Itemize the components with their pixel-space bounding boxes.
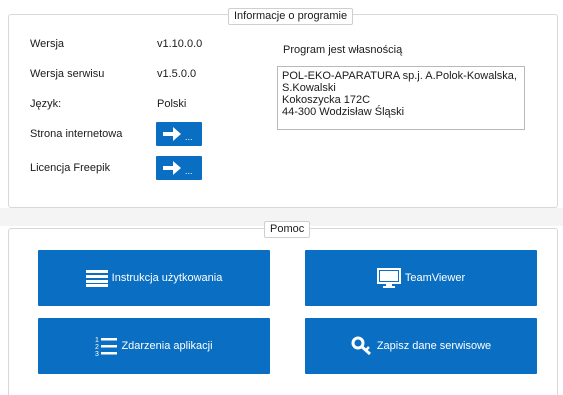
svg-text:2: 2	[95, 344, 99, 351]
service-version-label: Wersja serwisu	[30, 68, 105, 80]
license-button-dots: ...	[185, 166, 193, 176]
application-events-button[interactable]: 1 2 3 Zdarzenia aplikacji	[38, 318, 270, 374]
website-label: Strona internetowa	[30, 128, 123, 140]
teamviewer-label: TeamViewer	[404, 272, 466, 284]
version-label: Wersja	[30, 38, 65, 50]
language-value: Polski	[157, 98, 187, 110]
owner-line: S.Kowalski	[282, 82, 336, 94]
application-events-label: Zdarzenia aplikacji	[121, 340, 213, 352]
owner-line: 44-300 Wodzisław Śląski	[282, 106, 405, 118]
teamviewer-button[interactable]: TeamViewer	[305, 250, 537, 306]
user-manual-button[interactable]: Instrukcja użytkowania	[38, 250, 270, 306]
save-service-data-label: Zapisz dane serwisowe	[376, 340, 492, 352]
user-manual-label: Instrukcja użytkowania	[111, 272, 223, 284]
owner-line: POL-EKO-APARATURA sp.j. A.Polok-Kowalska…	[282, 70, 517, 82]
license-label: Licencja Freepik	[30, 162, 111, 174]
help-panel-legend: Pomoc	[264, 221, 311, 238]
svg-text:1: 1	[95, 337, 99, 344]
website-button-dots: ...	[185, 132, 193, 142]
version-value: v1.10.0.0	[157, 38, 203, 50]
owner-line: Kokoszycka 172C	[282, 94, 371, 106]
monitor-icon	[376, 268, 401, 288]
arrow-right-icon	[163, 127, 181, 141]
service-version-value: v1.5.0.0	[157, 68, 197, 80]
license-open-button[interactable]: ...	[156, 156, 202, 180]
list-icon	[85, 269, 108, 287]
save-service-data-button[interactable]: Zapisz dane serwisowe	[305, 318, 537, 374]
language-label: Język:	[30, 98, 62, 110]
numbered-list-icon: 1 2 3	[95, 335, 118, 357]
owner-label: Program jest własnością	[283, 44, 403, 56]
info-panel-legend: Informacje o programie	[228, 8, 354, 25]
arrow-right-icon	[163, 161, 181, 175]
website-open-button[interactable]: ...	[156, 122, 202, 146]
owner-address-box: POL-EKO-APARATURA sp.j. A.Polok-Kowalska…	[277, 66, 525, 130]
key-icon	[351, 336, 373, 356]
svg-text:3: 3	[95, 351, 99, 357]
